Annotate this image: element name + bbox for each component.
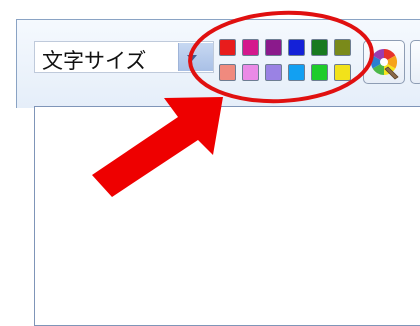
highlight-ellipse bbox=[188, 10, 374, 104]
red-arrow bbox=[92, 97, 223, 197]
annotation-overlay bbox=[92, 10, 374, 197]
